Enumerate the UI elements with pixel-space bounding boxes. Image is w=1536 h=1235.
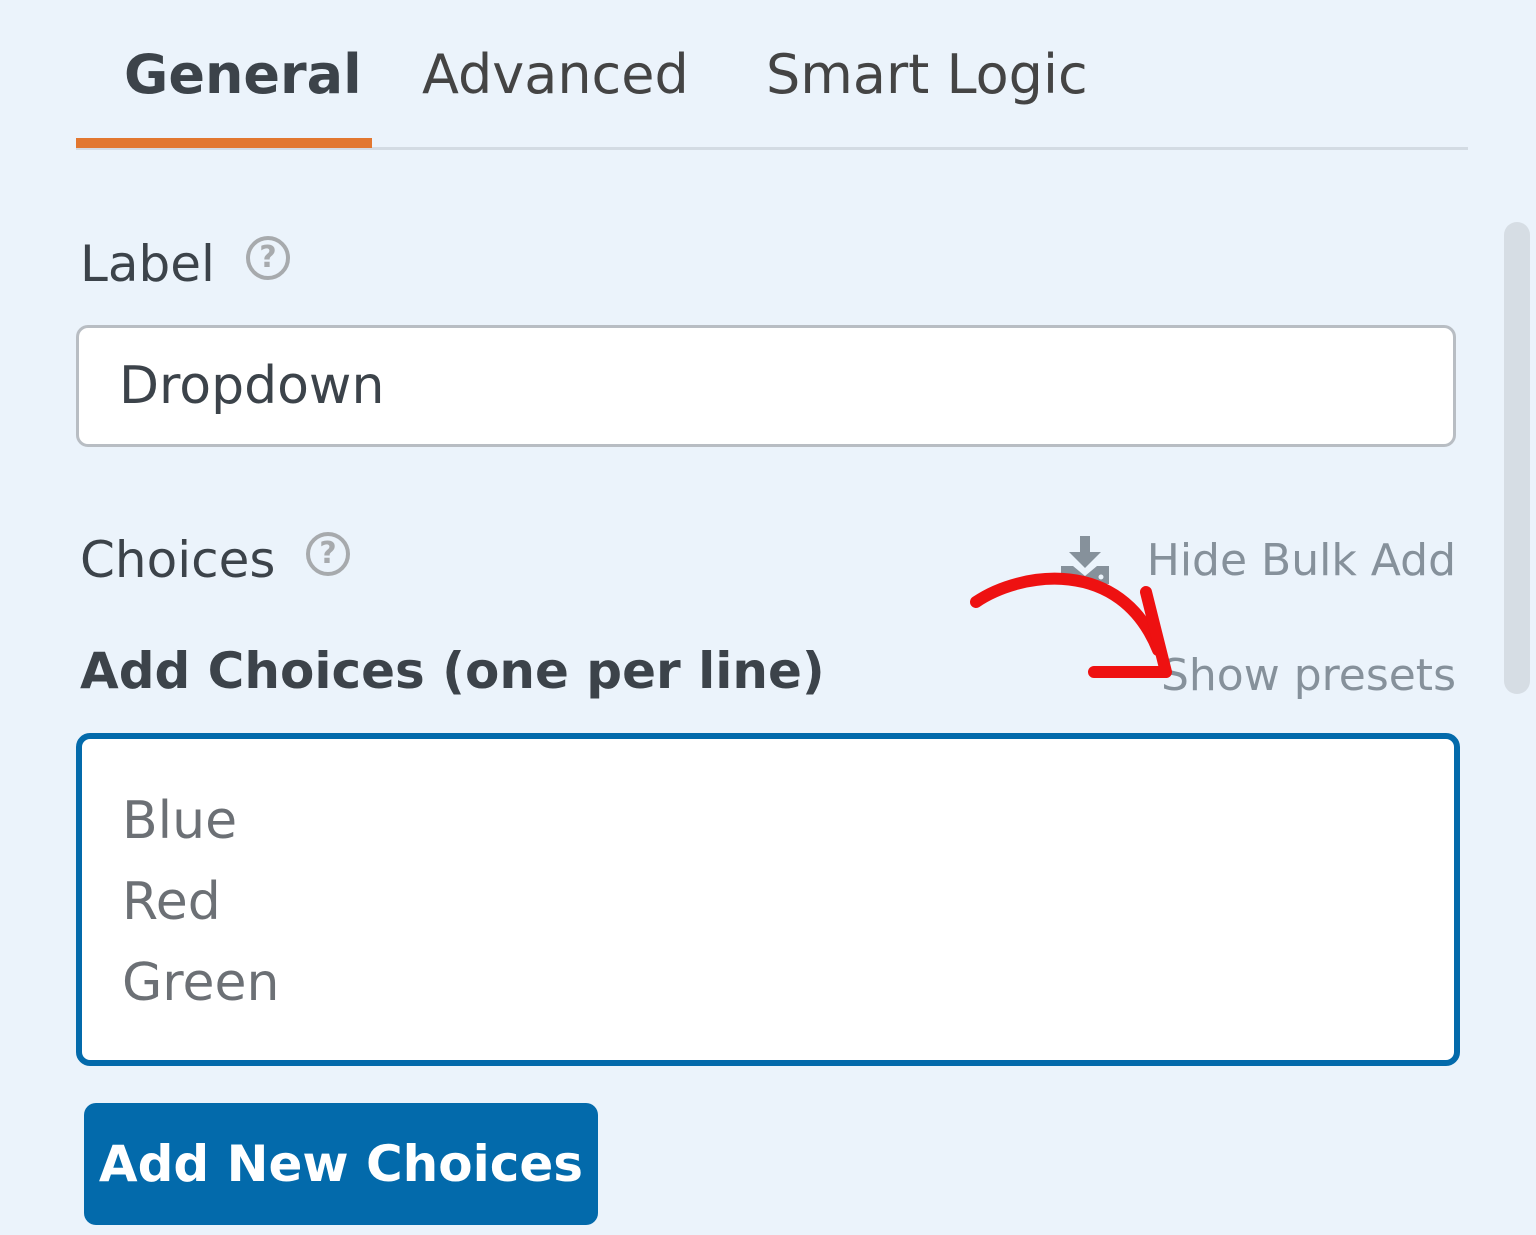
label-input[interactable]: Dropdown bbox=[76, 325, 1456, 447]
tab-smart-logic[interactable]: Smart Logic bbox=[766, 40, 1088, 110]
choices-label: Choices bbox=[80, 531, 276, 589]
hide-bulk-add-link[interactable]: Hide Bulk Add bbox=[1059, 528, 1456, 592]
choice-line: Red bbox=[122, 872, 221, 932]
download-icon bbox=[1060, 536, 1109, 584]
add-new-choices-button[interactable]: Add New Choices bbox=[84, 1103, 598, 1225]
show-presets-link[interactable]: Show presets bbox=[1161, 650, 1456, 701]
choice-line: Green bbox=[122, 953, 280, 1013]
choices-textarea[interactable]: Blue Red Green bbox=[76, 733, 1460, 1066]
add-choices-label: Add Choices (one per line) bbox=[80, 642, 825, 700]
tab-bar: General Advanced Smart Logic bbox=[76, 0, 1468, 150]
scrollbar[interactable] bbox=[1504, 222, 1530, 694]
tab-advanced[interactable]: Advanced bbox=[422, 40, 689, 110]
help-icon[interactable]: ? bbox=[246, 236, 290, 280]
label-field-label: Label bbox=[80, 235, 215, 293]
tab-general[interactable]: General bbox=[124, 40, 362, 110]
help-icon[interactable]: ? bbox=[306, 532, 350, 576]
active-tab-indicator bbox=[76, 138, 372, 148]
choice-line: Blue bbox=[122, 791, 238, 851]
field-options-panel: General Advanced Smart Logic Label ? Dro… bbox=[0, 0, 1536, 1235]
hide-bulk-add-label: Hide Bulk Add bbox=[1146, 534, 1456, 586]
